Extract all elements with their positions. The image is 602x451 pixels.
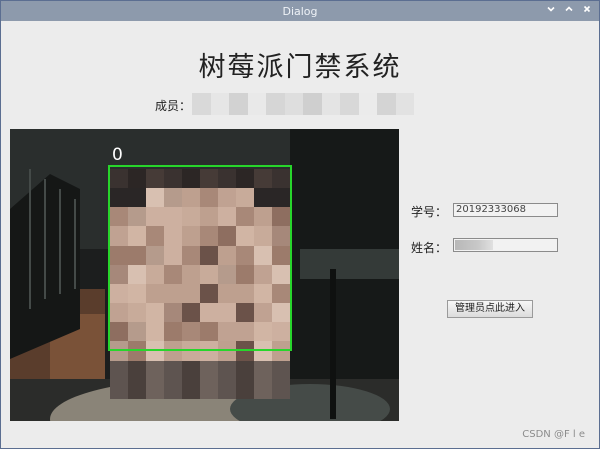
admin-enter-button[interactable]: 管理员点此进入 xyxy=(447,300,533,318)
watermark: CSDN @F l e xyxy=(522,429,585,440)
student-id-label: 学号： xyxy=(411,205,448,219)
title-bar[interactable]: Dialog xyxy=(1,1,599,21)
face-mosaic-tile xyxy=(110,360,128,380)
face-mosaic-tile xyxy=(128,360,146,380)
face-mosaic-tile xyxy=(254,379,272,399)
face-mosaic-tile xyxy=(236,360,254,380)
face-mosaic-tile xyxy=(146,379,164,399)
camera-feed: 0 xyxy=(10,129,399,421)
member-value-redacted xyxy=(192,93,414,115)
face-mosaic-tile xyxy=(272,379,290,399)
face-mosaic-tile xyxy=(128,379,146,399)
name-label: 姓名： xyxy=(411,241,448,255)
face-id-label: 0 xyxy=(112,145,123,165)
window-controls xyxy=(545,4,593,16)
face-mosaic-tile xyxy=(164,379,182,399)
face-mosaic-tile xyxy=(182,379,200,399)
student-id-field[interactable]: 20192333068 xyxy=(453,203,558,217)
face-mosaic-tile xyxy=(218,379,236,399)
face-mosaic-tile xyxy=(200,360,218,380)
face-mosaic-tile xyxy=(218,360,236,380)
face-mosaic-tile xyxy=(236,379,254,399)
dialog-window: Dialog 树莓派门禁系统 成员： 0 学号： 20192333068 姓名：… xyxy=(0,0,600,449)
name-redacted xyxy=(455,240,493,250)
page-title: 树莓派门禁系统 xyxy=(198,52,402,83)
member-label: 成员： xyxy=(155,99,192,113)
face-mosaic-tile xyxy=(200,379,218,399)
face-mosaic-tile xyxy=(182,360,200,380)
name-field[interactable] xyxy=(453,238,558,252)
close-icon[interactable] xyxy=(581,4,593,16)
face-detection-box xyxy=(108,165,292,351)
window-title: Dialog xyxy=(282,5,318,18)
chevron-up-icon[interactable] xyxy=(563,4,575,16)
chevron-down-icon[interactable] xyxy=(545,4,557,16)
face-mosaic-tile xyxy=(110,379,128,399)
face-mosaic-tile xyxy=(272,360,290,380)
face-mosaic-tile xyxy=(164,360,182,380)
face-mosaic-tile xyxy=(146,360,164,380)
face-mosaic-tile xyxy=(254,360,272,380)
